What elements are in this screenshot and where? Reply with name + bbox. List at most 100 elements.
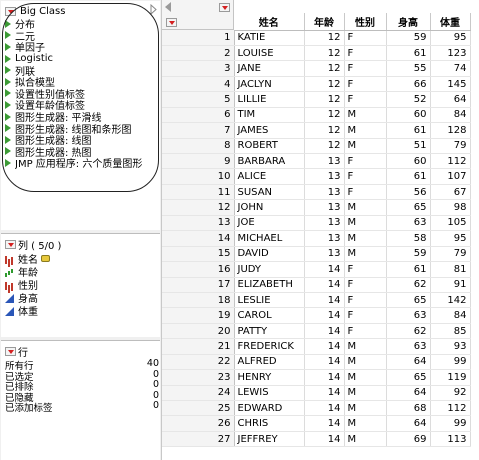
row-number[interactable]: 2: [162, 45, 235, 62]
run-script-icon[interactable]: [5, 147, 11, 156]
data-cell[interactable]: CHRIS: [234, 415, 305, 432]
column-header[interactable]: 性别: [344, 13, 387, 31]
data-cell[interactable]: 91: [430, 277, 471, 293]
data-cell[interactable]: 65: [386, 292, 431, 309]
row-number[interactable]: 14: [162, 230, 235, 247]
data-cell[interactable]: 61: [386, 261, 431, 278]
table-header[interactable]: Big Class: [5, 5, 65, 17]
data-cell[interactable]: ELIZABETH: [234, 277, 305, 293]
data-cell[interactable]: TIM: [234, 107, 305, 124]
data-cell[interactable]: 69: [386, 431, 431, 448]
data-cell[interactable]: F: [344, 91, 387, 108]
data-cell[interactable]: 74: [430, 60, 471, 77]
data-cell[interactable]: 85: [430, 323, 471, 340]
data-cell[interactable]: 68: [386, 400, 431, 417]
data-cell[interactable]: 60: [386, 107, 431, 124]
table-row[interactable]: 11 SUSAN 13 F 56 67: [162, 184, 471, 201]
data-cell[interactable]: 67: [430, 184, 471, 201]
data-cell[interactable]: 52: [386, 91, 431, 108]
data-cell[interactable]: M: [344, 138, 387, 155]
data-cell[interactable]: JOHN: [234, 199, 305, 216]
data-cell[interactable]: 63: [386, 215, 431, 232]
data-cell[interactable]: M: [344, 431, 387, 448]
data-cell[interactable]: M: [344, 415, 387, 432]
run-script-icon[interactable]: [5, 158, 11, 167]
data-cell[interactable]: 13: [304, 230, 345, 247]
row-number[interactable]: 10: [162, 168, 235, 185]
table-row[interactable]: 21 FREDERICK 14 M 63 93: [162, 338, 471, 355]
table-row[interactable]: 13 JOE 13 M 63 105: [162, 215, 471, 232]
table-row[interactable]: 14 MICHAEL 13 M 58 95: [162, 230, 471, 247]
data-cell[interactable]: 93: [430, 338, 471, 355]
data-cell[interactable]: DAVID: [234, 246, 305, 263]
data-cell[interactable]: F: [344, 277, 387, 293]
data-cell[interactable]: F: [344, 323, 387, 340]
data-cell[interactable]: 64: [386, 354, 431, 371]
data-cell[interactable]: 66: [386, 76, 431, 93]
row-number[interactable]: 4: [162, 76, 235, 93]
row-number[interactable]: 12: [162, 199, 235, 216]
table-row[interactable]: 17 ELIZABETH 14 F 62 91: [162, 277, 471, 293]
row-number[interactable]: 17: [162, 277, 235, 293]
data-cell[interactable]: 65: [386, 199, 431, 216]
data-cell[interactable]: JUDY: [234, 261, 305, 278]
table-row[interactable]: 12 JOHN 13 M 65 98: [162, 199, 471, 216]
row-number[interactable]: 8: [162, 138, 235, 155]
data-cell[interactable]: M: [344, 230, 387, 247]
data-cell[interactable]: 105: [430, 215, 471, 232]
data-cell[interactable]: 13: [304, 168, 345, 185]
data-cell[interactable]: 55: [386, 60, 431, 77]
data-cell[interactable]: F: [344, 168, 387, 185]
data-cell[interactable]: M: [344, 400, 387, 417]
data-cell[interactable]: 95: [430, 230, 471, 247]
table-row[interactable]: 5 LILLIE 12 F 52 64: [162, 91, 471, 108]
data-cell[interactable]: 13: [304, 199, 345, 216]
data-cell[interactable]: 56: [386, 184, 431, 201]
row-number[interactable]: 3: [162, 60, 235, 77]
data-cell[interactable]: 99: [430, 415, 471, 432]
row-number[interactable]: 18: [162, 292, 235, 309]
data-cell[interactable]: 119: [430, 369, 471, 386]
table-row[interactable]: 6 TIM 12 M 60 84: [162, 107, 471, 124]
data-cell[interactable]: 64: [386, 415, 431, 432]
row-number[interactable]: 1: [162, 30, 235, 46]
run-script-icon[interactable]: [5, 77, 11, 86]
data-cell[interactable]: 13: [304, 184, 345, 201]
data-cell[interactable]: 62: [386, 277, 431, 293]
data-cell[interactable]: 64: [386, 385, 431, 402]
data-cell[interactable]: 14: [304, 400, 345, 417]
table-row[interactable]: 24 LEWIS 14 M 64 92: [162, 385, 471, 402]
row-number[interactable]: 15: [162, 246, 235, 263]
table-row[interactable]: 7 JAMES 12 M 61 128: [162, 122, 471, 139]
data-cell[interactable]: 92: [430, 385, 471, 402]
data-cell[interactable]: 60: [386, 153, 431, 170]
data-cell[interactable]: CAROL: [234, 307, 305, 324]
data-cell[interactable]: 64: [430, 91, 471, 108]
table-row[interactable]: 4 JACLYN 12 F 66 145: [162, 76, 471, 93]
data-cell[interactable]: 113: [430, 431, 471, 448]
run-script-icon[interactable]: [5, 19, 11, 28]
data-cell[interactable]: 107: [430, 168, 471, 185]
data-cell[interactable]: KATIE: [234, 30, 305, 46]
data-cell[interactable]: M: [344, 122, 387, 139]
data-cell[interactable]: PATTY: [234, 323, 305, 340]
data-cell[interactable]: F: [344, 30, 387, 46]
rows-menu-red-triangle-icon[interactable]: [5, 347, 16, 356]
row-number[interactable]: 11: [162, 184, 235, 201]
data-cell[interactable]: F: [344, 45, 387, 62]
data-cell[interactable]: ALFRED: [234, 354, 305, 371]
run-script-icon[interactable]: [5, 54, 11, 63]
data-cell[interactable]: 112: [430, 400, 471, 417]
row-number[interactable]: 5: [162, 91, 235, 108]
table-row[interactable]: 9 BARBARA 13 F 60 112: [162, 153, 471, 170]
script-item[interactable]: 单因子: [5, 41, 161, 54]
column-header[interactable]: 年龄: [304, 13, 345, 31]
data-cell[interactable]: 14: [304, 323, 345, 340]
data-cell[interactable]: 58: [386, 230, 431, 247]
data-cell[interactable]: 14: [304, 431, 345, 448]
data-cell[interactable]: 81: [430, 261, 471, 278]
data-cell[interactable]: 112: [430, 153, 471, 170]
column-header[interactable]: 姓名: [234, 13, 305, 31]
row-number[interactable]: 26: [162, 415, 235, 432]
data-cell[interactable]: 145: [430, 76, 471, 93]
